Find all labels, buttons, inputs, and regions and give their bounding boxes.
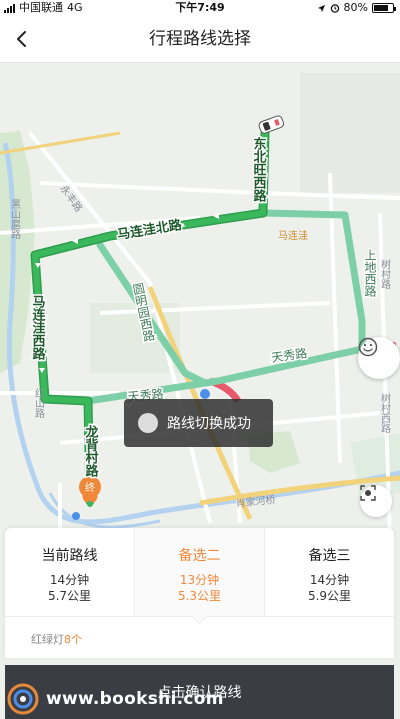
nav-bar: 行程路线选择 — [0, 16, 400, 63]
route-option-time: 14分钟 — [309, 573, 350, 587]
route-options: 当前路线 14分钟 5.7公里 备选二 13分钟 5.3公里 备选三 14分钟 … — [5, 528, 394, 616]
status-right: 80% — [317, 0, 396, 16]
location-arrow-icon — [317, 4, 325, 12]
page-title: 行程路线选择 — [149, 29, 251, 49]
watermark-text: www.bookshi.com — [46, 689, 224, 709]
end-marker-label: 终 — [85, 481, 95, 494]
road-label: 黑山扈路 — [9, 199, 21, 240]
toast-text: 路线切换成功 — [167, 416, 251, 432]
route-option-current[interactable]: 当前路线 14分钟 5.7公里 — [5, 528, 134, 616]
route-option-name: 当前路线 — [41, 548, 98, 564]
route-option-distance: 5.3公里 — [177, 589, 222, 603]
smiley-icon — [358, 337, 378, 357]
check-circle-icon — [124, 399, 158, 433]
route-option-name: 备选二 — [178, 548, 221, 564]
status-bar: 中国联通 4G 下午7:49 80% — [0, 0, 400, 16]
route-option-distance: 5.9公里 — [307, 589, 352, 603]
route-option-name: 备选三 — [308, 548, 351, 564]
watermark: www.bookshi.com — [6, 681, 224, 717]
place-label: 马连洼 — [278, 229, 308, 242]
road-label: 树村路 — [379, 258, 391, 290]
locate-button[interactable] — [360, 485, 392, 517]
road-label: 红山路 — [33, 387, 45, 419]
route-option-distance: 5.7公里 — [47, 589, 92, 603]
locate-icon — [360, 485, 376, 501]
traffic-light-label: 红绿灯 — [31, 633, 64, 646]
route-label: 马连洼西路 — [30, 295, 46, 360]
traffic-light-count: 8个 — [64, 633, 82, 646]
route-option-time: 14分钟 — [49, 573, 90, 587]
route-selection-panel: 当前路线 14分钟 5.7公里 备选二 13分钟 5.3公里 备选三 14分钟 … — [5, 528, 394, 658]
battery-percent: 80% — [343, 1, 368, 14]
route-option-time: 13分钟 — [179, 573, 220, 587]
battery-icon — [372, 3, 396, 13]
route-option-alt-3[interactable]: 备选三 14分钟 5.9公里 — [264, 528, 394, 616]
route-option-alt-2[interactable]: 备选二 13分钟 5.3公里 — [134, 528, 264, 616]
road-label: 树村西路 — [379, 392, 391, 434]
alarm-clock-icon — [330, 4, 339, 13]
route-switch-toast: 路线切换成功 — [124, 399, 273, 447]
alt-route-label: 上地西路 — [363, 249, 377, 298]
watermark-logo-icon — [7, 683, 39, 715]
route-label: 龙背村路 — [83, 424, 99, 477]
route-label: 东北旺西路 — [251, 136, 267, 202]
feedback-emoji-button[interactable] — [358, 337, 400, 379]
